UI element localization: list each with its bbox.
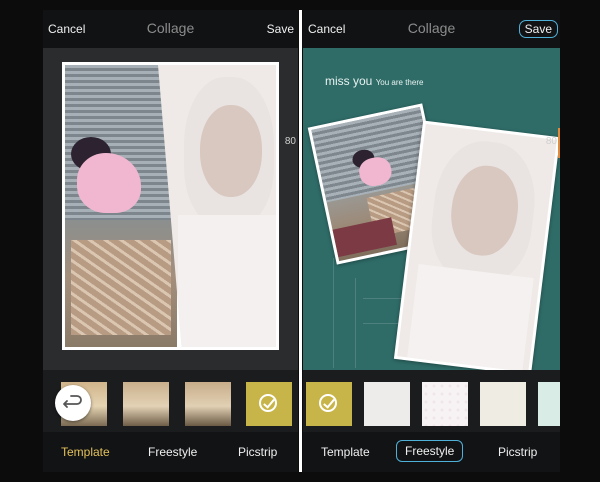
collage-canvas[interactable]: 80 xyxy=(43,48,298,370)
screen-title: Collage xyxy=(146,20,195,36)
freestyle-photo-2[interactable] xyxy=(393,120,560,376)
background-text-main: miss you xyxy=(325,74,373,88)
collage-canvas[interactable]: miss you You are there 80 xyxy=(303,48,560,376)
background-thumbnail-selected[interactable] xyxy=(306,382,352,426)
tab-template[interactable]: Template xyxy=(321,445,370,459)
left-top-bar: Cancel Collage Save xyxy=(43,10,298,48)
zoom-indicator: 80 xyxy=(284,136,296,147)
mode-tabs: Template Freestyle Picstrip xyxy=(43,432,298,472)
tab-template[interactable]: Template xyxy=(61,445,110,459)
template-thumbnail[interactable] xyxy=(123,382,169,426)
tab-picstrip[interactable]: Picstrip xyxy=(238,445,277,459)
template-thumbnail-strip xyxy=(43,370,298,432)
background-thumbnail[interactable] xyxy=(364,382,410,426)
mode-tabs: Template Freestyle Picstrip xyxy=(303,432,560,472)
save-button[interactable]: Save xyxy=(518,20,558,38)
zoom-indicator: 80 xyxy=(545,136,557,147)
back-arrow-icon xyxy=(63,395,82,408)
background-text-sub: You are there xyxy=(375,78,424,87)
tab-picstrip[interactable]: Picstrip xyxy=(498,445,537,459)
right-collage-screen: Cancel Collage Save miss you You are the… xyxy=(303,10,560,472)
right-top-bar: Cancel Collage Save xyxy=(303,10,560,48)
back-button[interactable] xyxy=(55,385,91,421)
background-thumbnail[interactable] xyxy=(480,382,526,426)
background-thumbnail[interactable] xyxy=(422,382,468,426)
tab-freestyle[interactable]: Freestyle xyxy=(396,440,464,462)
background-thumbnail[interactable] xyxy=(538,382,560,426)
left-collage-screen: Cancel Collage Save 80 Template Freestyl… xyxy=(43,10,298,472)
template-thumbnail-selected[interactable] xyxy=(246,382,292,426)
checkmark-icon xyxy=(319,394,337,412)
panel-divider xyxy=(299,10,302,472)
zoom-slider-handle[interactable] xyxy=(558,128,560,158)
tab-freestyle[interactable]: Freestyle xyxy=(148,445,197,459)
background-thumbnail-strip xyxy=(303,370,560,432)
template-frame xyxy=(62,62,279,350)
photo-slot-left[interactable] xyxy=(65,65,177,347)
checkmark-icon xyxy=(259,394,277,412)
save-button[interactable]: Save xyxy=(267,22,294,36)
template-thumbnail[interactable] xyxy=(185,382,231,426)
